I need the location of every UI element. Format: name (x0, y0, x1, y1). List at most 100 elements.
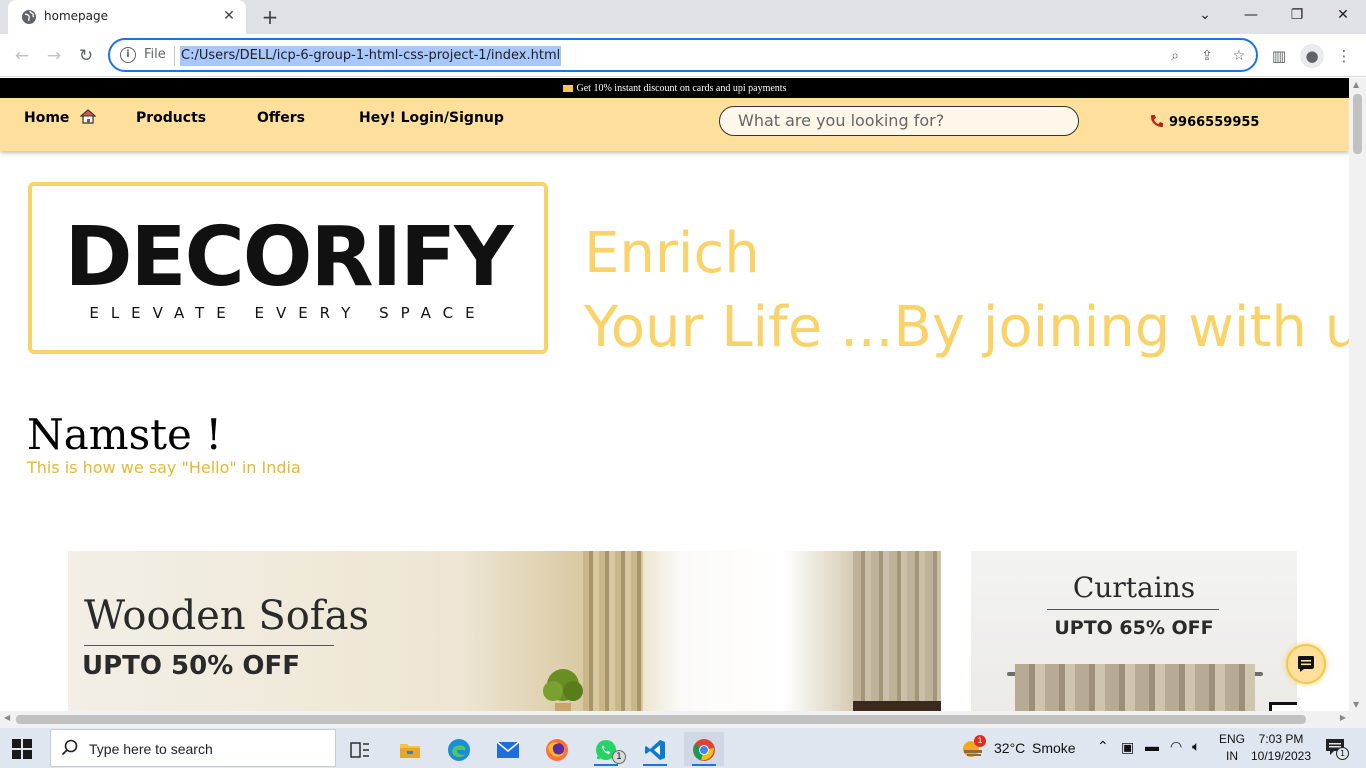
nav-home-label: Home (24, 110, 70, 126)
region-code[interactable]: IN (1226, 749, 1238, 763)
mail-icon[interactable] (488, 732, 528, 766)
scroll-down-arrow-icon[interactable]: ▼ (1353, 700, 1359, 709)
nav-products[interactable]: Products (136, 110, 206, 126)
phone-number: 9966559955 (1169, 115, 1260, 130)
weather-badge: 1 (974, 735, 986, 747)
meet-now-icon[interactable]: ▣ (1121, 739, 1134, 756)
banner-offer: UPTO 65% OFF (1054, 617, 1214, 639)
share-icon[interactable]: ⇪ (1198, 47, 1216, 65)
url-text[interactable]: C:/Users/DELL/icp-6-group-1-html-css-pro… (180, 46, 562, 66)
whatsapp-badge: 1 (612, 750, 626, 764)
hero-line-2: Your Life ...By joining with us! (584, 295, 1349, 360)
clock-time: 7:03 PM (1258, 732, 1304, 746)
bookmark-star-icon[interactable]: ☆ (1230, 47, 1248, 65)
phone-contact[interactable]: 9966559955 (1150, 114, 1259, 130)
side-panel-icon[interactable]: ▥ (1267, 44, 1291, 68)
site-search-input[interactable]: What are you looking for? (719, 106, 1079, 136)
scheme-label: File (144, 47, 166, 62)
scrollbar-thumb[interactable] (16, 715, 1306, 724)
chat-button[interactable] (1286, 644, 1326, 684)
taskbar-search-placeholder: Type here to search (89, 741, 213, 757)
banner-divider (1047, 609, 1219, 610)
notification-center-icon[interactable]: 1 (1325, 738, 1349, 760)
task-view-icon[interactable] (340, 732, 380, 766)
promo-bar: Get 10% instant discount on cards and up… (0, 78, 1349, 98)
decorify-logo: DECORIFY ELEVATE EVERY SPACE (28, 182, 548, 354)
logo-title: DECORIFY (64, 210, 513, 305)
promo-text: Get 10% instant discount on cards and up… (576, 83, 787, 94)
browser-menu-icon[interactable]: ⋮ (1332, 44, 1356, 68)
whatsapp-icon[interactable]: 1 (586, 732, 626, 766)
phone-icon (1151, 115, 1163, 127)
reload-icon[interactable]: ↻ (74, 44, 98, 68)
curtain-image (853, 551, 941, 711)
battery-icon[interactable]: ▬ (1145, 738, 1159, 754)
banner-title: Wooden Sofas (84, 593, 369, 639)
close-tab-icon[interactable]: ✕ (220, 7, 238, 25)
search-icon (61, 739, 78, 756)
minimize-button[interactable]: — (1228, 0, 1274, 30)
clock-date: 10/19/2023 (1250, 749, 1312, 763)
restore-button[interactable]: ❐ (1274, 0, 1320, 30)
wifi-icon[interactable]: ◠ (1170, 738, 1182, 755)
page-viewport: Get 10% instant discount on cards and up… (0, 78, 1349, 711)
windows-start-icon[interactable] (12, 739, 32, 759)
wooden-sofas-banner[interactable]: Wooden Sofas UPTO 50% OFF (68, 551, 941, 711)
language-code[interactable]: ENG (1219, 732, 1245, 746)
omnibox-divider (174, 46, 175, 66)
site-navbar: Home Products Offers Hey! Login/Signup W… (0, 98, 1349, 151)
edge-icon[interactable] (439, 732, 479, 766)
curtain-hem (853, 701, 941, 711)
forward-arrow-icon[interactable]: → (42, 44, 66, 68)
clock[interactable]: 7:03 PM 10/19/2023 (1248, 731, 1314, 765)
browser-toolbar: ← → ↻ i File C:/Users/DELL/icp-6-group-1… (0, 34, 1366, 77)
curtain-image (1015, 664, 1255, 711)
curtains-banner[interactable]: Curtains UPTO 65% OFF (971, 551, 1297, 711)
scroll-up-arrow-icon[interactable]: ▲ (1353, 80, 1359, 89)
scroll-left-arrow-icon[interactable]: ◀ (4, 713, 10, 722)
scroll-right-arrow-icon[interactable]: ▶ (1340, 713, 1346, 722)
home-icon (80, 109, 97, 124)
tab-search-icon[interactable]: ⌄ (1182, 0, 1228, 30)
card-icon (562, 85, 573, 93)
weather-icon[interactable]: 1 (960, 735, 986, 762)
close-window-button[interactable]: ✕ (1320, 0, 1366, 30)
tab-strip: homepage ✕ + ⌄ — ❐ ✕ (0, 0, 1366, 34)
info-icon[interactable]: i (120, 47, 136, 63)
banner-title: Curtains (1072, 571, 1196, 604)
volume-icon[interactable]: 🔈︎ (1192, 738, 1200, 755)
globe-icon (22, 10, 36, 24)
taskbar-search-box[interactable]: Type here to search (50, 729, 336, 767)
banner-offer: UPTO 50% OFF (82, 651, 300, 681)
browser-tab[interactable]: homepage ✕ (8, 0, 246, 34)
notification-count: 1 (1336, 747, 1349, 760)
vscode-icon[interactable] (635, 732, 675, 766)
logo-tagline: ELEVATE EVERY SPACE (89, 304, 487, 322)
chrome-icon[interactable] (684, 732, 724, 766)
file-explorer-icon[interactable] (390, 732, 430, 766)
horizontal-scrollbar[interactable]: ◀ ▶ (0, 711, 1366, 728)
nav-login-signup[interactable]: Hey! Login/Signup (359, 110, 504, 126)
chat-icon (1298, 656, 1314, 672)
hero-line-1: Enrich (584, 221, 760, 286)
show-hidden-icons-icon[interactable]: ⌃ (1097, 738, 1109, 755)
profile-avatar-icon[interactable]: ● (1300, 44, 1324, 68)
address-bar[interactable]: i File C:/Users/DELL/icp-6-group-1-html-… (108, 38, 1258, 72)
nav-offers[interactable]: Offers (257, 110, 305, 126)
windows-taskbar: Type here to search 1 1 32°C Smoke ⌃ ▣ ▬… (0, 728, 1366, 768)
back-arrow-icon[interactable]: ← (10, 44, 34, 68)
scrollbar-thumb[interactable] (1353, 94, 1362, 154)
nav-home[interactable]: Home (24, 109, 97, 126)
vertical-scrollbar[interactable]: ▲ ▼ (1349, 78, 1366, 711)
temperature-text[interactable]: 32°C (994, 740, 1025, 756)
banner-divider (84, 645, 334, 646)
plant-image (543, 669, 583, 711)
weather-text[interactable]: Smoke (1032, 740, 1076, 756)
firefox-icon[interactable] (537, 732, 577, 766)
banner-corner-frame (1269, 702, 1297, 711)
greeting-heading: Namste ! (27, 410, 223, 459)
zoom-icon[interactable]: ⌕ (1166, 47, 1184, 65)
new-tab-button[interactable]: + (258, 6, 282, 28)
greeting-subtext: This is how we say "Hello" in India (27, 458, 301, 477)
tab-title: homepage (44, 9, 108, 23)
